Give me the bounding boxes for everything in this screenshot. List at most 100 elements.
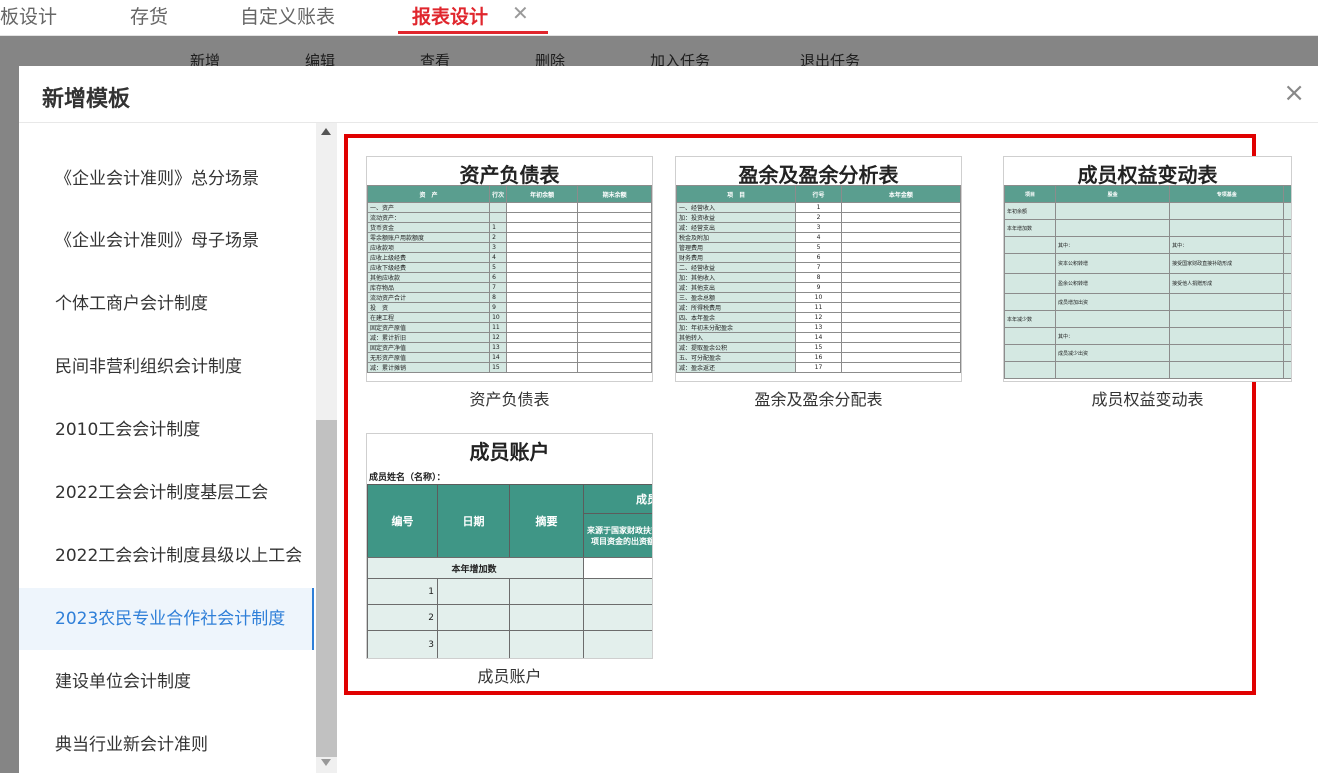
scroll-up-icon[interactable] [321,128,331,135]
table-row: 财务费用 6 [676,252,961,263]
table-row: 成员减少出资 [1004,344,1291,362]
category-item[interactable]: 民间非营利组织会计制度 [19,336,314,398]
row-label: 减：其他支出 [676,282,797,293]
tab-report-design[interactable]: 报表设计 [412,2,488,29]
category-item[interactable]: 典当行业新会计准则 [19,714,314,773]
scroll-thumb[interactable] [316,420,337,757]
table-cell [437,578,510,605]
template-card-balance-sheet[interactable]: 资产负债表 资 产 行次 年初余额 期末余额 一、资产 流动资产： 货币资金 1 零余额… [366,156,653,410]
tab-template-design[interactable]: 板设计 [0,2,57,29]
row-label: 固定资产原值 [367,322,491,333]
table-header: 本年金额 [840,185,961,203]
table-cell [583,604,652,631]
thumbnail-title: 盈余及盈余分析表 [738,163,899,187]
table-row: 投 资9 [367,302,652,313]
table-cell: 其中： [1055,236,1171,254]
increase-row-label: 本年增加数 [367,557,584,579]
table-cell [1055,310,1171,328]
close-icon[interactable]: × [1283,78,1305,108]
table-cell [1283,327,1291,345]
template-card-surplus[interactable]: 盈余及盈余分析表 项 目 行号 本年金额 一、经营收入 1 加：投资收益 2 减：经营支… [675,156,962,410]
table-header: 股金 [1055,185,1171,203]
category-item[interactable]: 2010工会会计制度 [19,399,314,461]
table-row: 税金及附加 4 [676,232,961,243]
table-cell [577,202,652,213]
row-label: 二、经营收益 [676,262,797,273]
row-number: 3 [367,630,438,658]
row-label: 减：所得税费用 [676,302,797,313]
table-header [1283,185,1291,203]
table-cell [509,604,584,631]
table-cell [840,302,961,313]
row-label [1004,327,1057,345]
table-cell [577,212,652,223]
table-row: 本年减少数 [1004,310,1291,328]
table-cell [577,322,652,333]
table-row: 固定资产原值 11 [367,322,652,333]
table-cell [1283,236,1291,254]
row-number: 2 [795,212,842,223]
table-cell [840,292,961,303]
category-item[interactable]: 2022工会会计制度基层工会 [19,462,314,524]
table-cell [840,222,961,233]
row-number: 13 [489,342,508,353]
category-item[interactable]: 2022工会会计制度县级以上工会 [19,525,314,587]
table-row: 加：年初未分配盈余 13 [676,322,961,333]
row-number: 5 [489,262,508,273]
row-label: 本年增加数 [1004,219,1057,237]
table-row: 货币资金 1 [367,222,652,233]
table-row: 其中： [1004,327,1291,345]
table-header: 行号 [795,185,842,203]
category-item[interactable]: 个体工商户会计制度 [19,273,314,335]
table-row: 减：其他支出 9 [676,282,961,293]
row-label: 流动资产合计 [367,292,491,303]
row-label: 本年减少数 [1004,310,1057,328]
table-cell [506,332,579,343]
table-cell [1283,253,1291,274]
table-cell [1169,219,1285,237]
tab-inventory[interactable]: 存货 [130,2,168,29]
account-header: 摘要 [509,484,584,558]
table-row: 减：累计摊销 15 [367,362,652,373]
category-item[interactable]: 建设单位会计制度 [19,651,314,713]
table-cell: 其中： [1055,327,1171,345]
row-label: 投 资 [367,302,491,313]
row-number: 12 [489,332,508,343]
table-cell [506,262,579,273]
row-number: 14 [489,352,508,363]
row-number: 2 [367,604,438,631]
table-cell [437,604,510,631]
category-item-selected[interactable]: 2023农民专业合作社会计制度 [19,588,314,650]
table-row: 一、资产 [367,202,652,213]
template-thumbnail: 盈余及盈余分析表 项 目 行号 本年金额 一、经营收入 1 加：投资收益 2 减：经营支… [675,156,962,382]
template-category-list: 《企业会计准则》总分场景 《企业会计准则》母子场景 个体工商户会计制度 民间非营… [19,123,316,773]
table-cell [577,302,652,313]
table-cell [577,332,652,343]
table-cell [506,362,579,373]
table-row: 盈余公积转增 接受他人捐赠形成 [1004,273,1291,294]
sidebar-scrollbar[interactable] [316,123,337,773]
table-cell [577,242,652,253]
row-number: 6 [795,252,842,263]
row-number [489,202,508,213]
table-cell [840,262,961,273]
table-cell [840,202,961,213]
row-number: 17 [795,362,842,373]
table-cell [1283,310,1291,328]
table-row: 流动资产合计 8 [367,292,652,303]
table-row: 零余额账户用款额度 2 [367,232,652,243]
row-number: 6 [489,272,508,283]
tab-custom-ledger[interactable]: 自定义账表 [240,2,335,29]
row-label: 加：年初未分配盈余 [676,322,797,333]
table-cell [1283,344,1291,362]
scroll-down-icon[interactable] [321,759,331,766]
table-cell [506,222,579,233]
table-cell [583,630,652,658]
template-card-member-equity[interactable]: 成员权益变动表 项目 股金 专项基金 年初余额 本年增加数 其中： 其中： 资本公积转增… [1003,156,1292,410]
tab-close-icon[interactable]: ✕ [512,1,529,25]
table-cell [506,272,579,283]
category-item[interactable]: 《企业会计准则》母子场景 [19,210,314,272]
row-label: 库存物品 [367,282,491,293]
category-item[interactable]: 《企业会计准则》总分场景 [19,148,314,210]
template-card-member-account[interactable]: 成员账户 成员姓名（名称）： 编号 日期 摘要 成员 来源于国家财政扶贫项目资金… [366,433,653,687]
